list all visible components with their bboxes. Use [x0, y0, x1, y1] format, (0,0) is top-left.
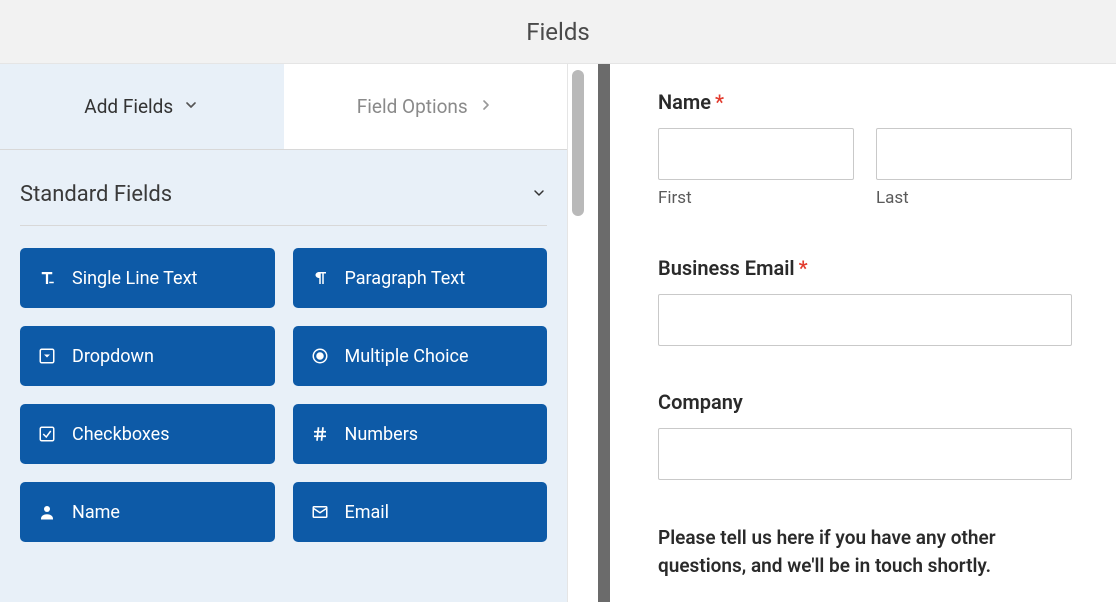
email-input[interactable] [658, 294, 1072, 346]
standard-fields-section: Standard Fields Single Line Text Para [0, 150, 567, 542]
last-name-col: Last [876, 128, 1072, 208]
hash-icon [311, 425, 331, 443]
field-buttons-grid: Single Line Text Paragraph Text Dropdown [20, 248, 547, 542]
field-email[interactable]: Email [293, 482, 548, 542]
field-label: Numbers [345, 424, 419, 445]
field-checkboxes[interactable]: Checkboxes [20, 404, 275, 464]
user-icon [38, 503, 58, 521]
panel-scroll-divider [568, 64, 610, 602]
email-label: Business Email* [658, 256, 1072, 280]
paragraph-icon [311, 269, 331, 287]
fields-panel: Add Fields Field Options Standard Fields [0, 64, 568, 602]
field-name[interactable]: Name [20, 482, 275, 542]
main-layout: Add Fields Field Options Standard Fields [0, 64, 1116, 602]
tab-field-options[interactable]: Field Options [284, 64, 568, 149]
company-input[interactable] [658, 428, 1072, 480]
checkbox-icon [38, 425, 58, 443]
tab-label: Add Fields [84, 95, 173, 118]
page-title: Fields [526, 18, 590, 46]
panel-tabs: Add Fields Field Options [0, 64, 567, 150]
required-marker: * [799, 256, 808, 280]
first-name-sublabel: First [658, 188, 854, 208]
last-name-input[interactable] [876, 128, 1072, 180]
chevron-down-icon [183, 95, 199, 118]
label-text: Name [658, 90, 711, 114]
field-label: Dropdown [72, 346, 154, 367]
field-label: Multiple Choice [345, 346, 469, 367]
company-field-block: Company [658, 390, 1072, 480]
first-name-col: First [658, 128, 854, 208]
required-marker: * [715, 90, 724, 114]
field-multiple-choice[interactable]: Multiple Choice [293, 326, 548, 386]
last-name-sublabel: Last [876, 188, 1072, 208]
text-cursor-icon [38, 269, 58, 287]
chevron-down-icon [531, 185, 547, 205]
field-label: Name [72, 502, 120, 523]
section-title: Standard Fields [20, 182, 172, 207]
form-preview: Name* First Last Business Email* Company [610, 64, 1116, 602]
company-label: Company [658, 390, 1072, 414]
name-field-block: Name* First Last [658, 90, 1072, 208]
section-header[interactable]: Standard Fields [20, 182, 547, 226]
field-label: Email [345, 502, 390, 523]
dropdown-icon [38, 347, 58, 365]
field-label: Paragraph Text [345, 268, 466, 289]
field-label: Checkboxes [72, 424, 170, 445]
name-label: Name* [658, 90, 1072, 114]
chevron-right-icon [478, 95, 494, 118]
field-paragraph-text[interactable]: Paragraph Text [293, 248, 548, 308]
label-text: Business Email [658, 256, 795, 280]
field-single-line-text[interactable]: Single Line Text [20, 248, 275, 308]
scrollbar-thumb[interactable] [572, 70, 584, 216]
email-field-block: Business Email* [658, 256, 1072, 346]
envelope-icon [311, 503, 331, 521]
name-inputs-row: First Last [658, 128, 1072, 208]
field-dropdown[interactable]: Dropdown [20, 326, 275, 386]
tab-add-fields[interactable]: Add Fields [0, 64, 284, 149]
field-numbers[interactable]: Numbers [293, 404, 548, 464]
radio-icon [311, 347, 331, 365]
first-name-input[interactable] [658, 128, 854, 180]
tab-label: Field Options [357, 95, 468, 118]
field-label: Single Line Text [72, 268, 197, 289]
page-header: Fields [0, 0, 1116, 64]
questions-prompt: Please tell us here if you have any othe… [658, 524, 1072, 579]
